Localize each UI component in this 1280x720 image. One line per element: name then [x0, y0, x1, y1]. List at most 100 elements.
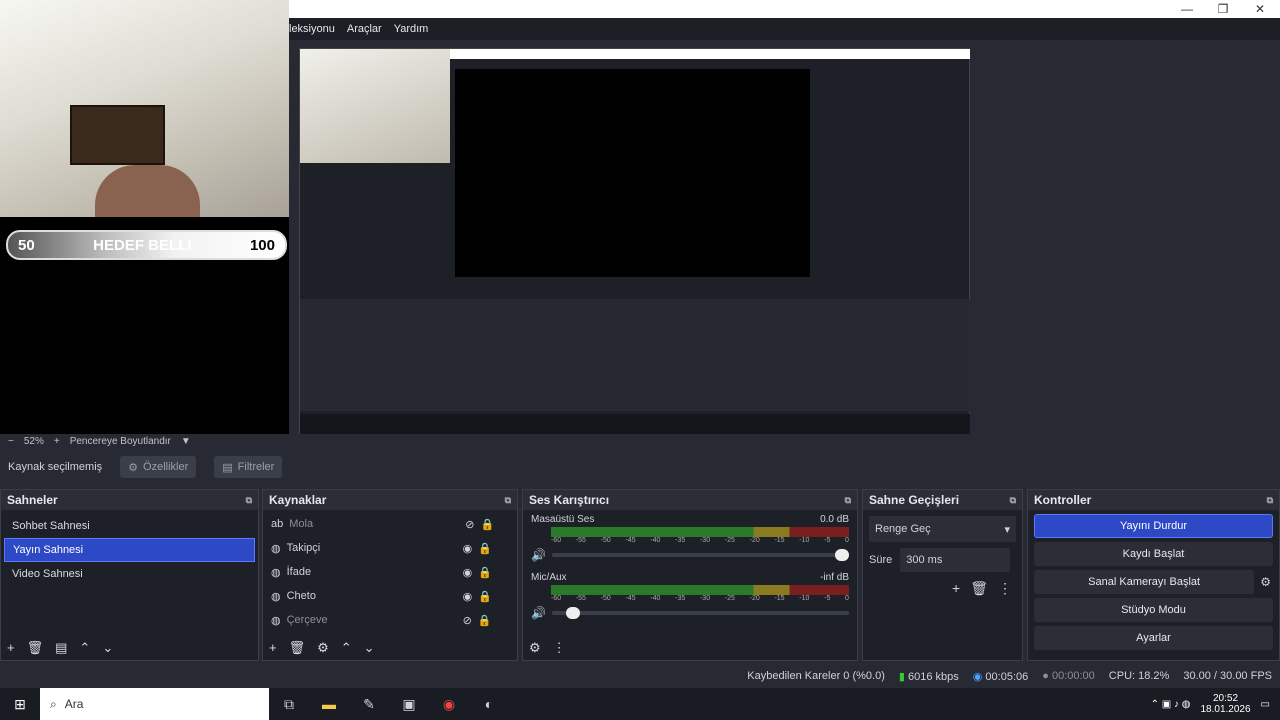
studio-mode-button[interactable]: Stüdyo Modu — [1034, 598, 1273, 622]
text-icon: ab — [271, 518, 284, 530]
store-icon[interactable]: ▣ — [389, 688, 429, 720]
menu-item-help[interactable]: Yardım — [394, 23, 429, 35]
undock-icon[interactable]: ⧉ — [505, 495, 511, 506]
taskbar-search[interactable]: ⌕ Ara — [40, 688, 269, 720]
settings-button[interactable]: Ayarlar — [1034, 626, 1273, 650]
lock-icon[interactable]: 🔒 — [478, 566, 492, 579]
duration-value: 300 ms — [906, 554, 943, 566]
gear-icon[interactable]: ⚙ — [1260, 575, 1271, 589]
menu-dots-icon[interactable]: ⋮ — [998, 580, 1012, 597]
chevron-down-icon[interactable]: ⌄ — [102, 640, 113, 656]
obs-icon[interactable]: ◐ — [469, 688, 509, 720]
undock-icon[interactable]: ⧉ — [246, 495, 252, 506]
menu-dots-icon[interactable]: ⋮ — [553, 640, 566, 656]
speaker-icon[interactable]: 🔊 — [531, 548, 546, 562]
fit-window-dropdown[interactable]: Pencereye Boyutlandır — [70, 436, 171, 447]
task-view-icon[interactable]: ⧉ — [269, 688, 309, 720]
minimize-button[interactable]: — — [1169, 0, 1205, 18]
browser-icon: ◍ — [271, 590, 281, 603]
duration-input[interactable]: 300 ms — [900, 548, 1011, 572]
file-explorer-icon[interactable]: ▬ — [309, 688, 349, 720]
properties-button[interactable]: ⚙ Özellikler — [120, 456, 197, 478]
maximize-button[interactable]: ❐ — [1205, 0, 1241, 18]
eye-hidden-icon[interactable]: ⊘ — [463, 614, 472, 627]
eye-hidden-icon[interactable]: ⊘ — [465, 518, 474, 531]
lock-icon[interactable]: 🔒 — [478, 542, 492, 555]
rec-time: ● 00:00:00 — [1042, 670, 1095, 682]
clock[interactable]: 20:52 18.01.2026 — [1200, 693, 1250, 715]
zoom-in-button[interactable]: + — [54, 436, 60, 447]
meter-ticks: -60 -55 -50 -45 -40 -35 -30 -25 -20 -15 -10 -5 0 — [551, 595, 849, 602]
tick-label: -20 — [749, 537, 760, 544]
start-virtual-camera-button[interactable]: Sanal Kamerayı Başlat — [1034, 570, 1255, 594]
close-button[interactable]: ✕ — [1242, 0, 1278, 18]
undock-icon[interactable]: ⧉ — [1010, 495, 1016, 506]
slider-knob[interactable] — [835, 549, 849, 561]
speaker-icon[interactable]: 🔊 — [531, 606, 546, 620]
source-row[interactable]: ◍ Cheto ◉ 🔒 — [263, 584, 517, 608]
sources-title: Kaynaklar — [269, 493, 327, 507]
source-row[interactable]: ◍ Çerçeve ⊘ 🔒 — [263, 608, 517, 632]
source-name: Cheto — [286, 590, 316, 602]
zoom-out-button[interactable]: − — [8, 436, 14, 447]
chevron-up-icon[interactable]: ⌃ — [341, 640, 352, 656]
add-icon[interactable]: + — [269, 640, 277, 656]
gear-icon[interactable]: ⚙ — [317, 640, 329, 656]
stop-streaming-button[interactable]: Yayını Durdur — [1034, 514, 1273, 538]
tick-label: -25 — [724, 537, 735, 544]
add-icon[interactable]: + — [7, 640, 15, 656]
filter-icon[interactable]: ▤ — [55, 640, 67, 656]
tick-label: -45 — [625, 537, 636, 544]
tick-label: -60 — [551, 537, 562, 544]
windows-taskbar: ⊞ ⌕ Ara ⧉ ▬ ✎ ▣ ◉ ◐ ⌃ ▣ ♪ ◍ 20:52 18.01.20… — [0, 688, 1280, 720]
trash-icon[interactable]: 🗑 — [289, 640, 306, 656]
stream-time-value: 00:05:06 — [985, 670, 1029, 683]
source-row[interactable]: ◍ Takipçi ◉ 🔒 — [263, 536, 517, 560]
windows-start-icon[interactable]: ⊞ — [0, 688, 40, 720]
source-row[interactable]: ◍ İfade ◉ 🔒 — [263, 560, 517, 584]
chevron-up-icon[interactable]: ⌃ — [79, 640, 90, 656]
notification-icon[interactable]: ▭ — [1261, 699, 1270, 710]
filters-button[interactable]: ▤ Filtreler — [214, 456, 283, 478]
tray-icons[interactable]: ⌃ ▣ ♪ ◍ — [1151, 699, 1191, 710]
eye-icon[interactable]: ◉ — [463, 542, 473, 555]
lock-icon[interactable]: 🔒 — [480, 518, 494, 531]
lock-icon[interactable]: 🔒 — [478, 590, 492, 603]
eye-icon[interactable]: ◉ — [463, 590, 473, 603]
source-row[interactable]: ab Mola ⊘ 🔒 — [263, 512, 517, 536]
overlay-label: HEDEF BELLI — [93, 236, 192, 254]
no-source-label: Kaynak seçilmemiş — [8, 461, 103, 473]
chevron-down-icon[interactable]: ▼ — [181, 436, 191, 447]
tick-label: -50 — [600, 537, 611, 544]
filter-icon: ▤ — [222, 461, 233, 474]
bitrate-value: 6016 kbps — [907, 670, 959, 683]
nested-taskbar — [300, 414, 970, 436]
menu-item-0[interactable]: leksiyonu — [289, 23, 335, 35]
slider-knob[interactable] — [566, 607, 581, 619]
scene-item-selected[interactable]: Yayın Sahnesi — [4, 538, 255, 562]
source-name: İfade — [286, 566, 312, 578]
app-icon[interactable]: ✎ — [349, 688, 389, 720]
gear-icon[interactable]: ⚙ — [529, 640, 541, 656]
transitions-dock: Sahne Geçişleri ⧉ Renge Geç ▾ Süre 300 ms +… — [862, 489, 1023, 661]
add-icon[interactable]: + — [952, 580, 960, 597]
volume-slider[interactable] — [551, 549, 849, 561]
eye-icon[interactable]: ◉ — [463, 566, 473, 579]
chevron-down-icon[interactable]: ⌄ — [364, 640, 375, 656]
scene-item[interactable]: Sohbet Sahnesi — [4, 514, 255, 538]
controls-dock: Kontroller ⧉ Yayını Durdur Kaydı Başlat S… — [1027, 489, 1280, 661]
scene-item[interactable]: Video Sahnesi — [4, 562, 255, 586]
undock-icon[interactable]: ⧉ — [1267, 495, 1273, 506]
trash-icon[interactable]: 🗑 — [970, 580, 988, 597]
properties-label: Özellikler — [143, 461, 189, 473]
chrome-icon[interactable]: ◉ — [429, 688, 469, 720]
undock-icon[interactable]: ⧉ — [845, 495, 851, 506]
volume-slider[interactable] — [551, 607, 849, 619]
transition-select[interactable]: Renge Geç ▾ — [869, 516, 1016, 542]
trash-icon[interactable]: 🗑 — [27, 640, 44, 656]
lock-icon[interactable]: 🔒 — [478, 614, 492, 627]
tick-label: -55 — [575, 595, 586, 602]
start-recording-button[interactable]: Kaydı Başlat — [1034, 542, 1273, 566]
menu-item-tools[interactable]: Araçlar — [347, 23, 382, 35]
record-icon: ● — [1042, 670, 1049, 682]
